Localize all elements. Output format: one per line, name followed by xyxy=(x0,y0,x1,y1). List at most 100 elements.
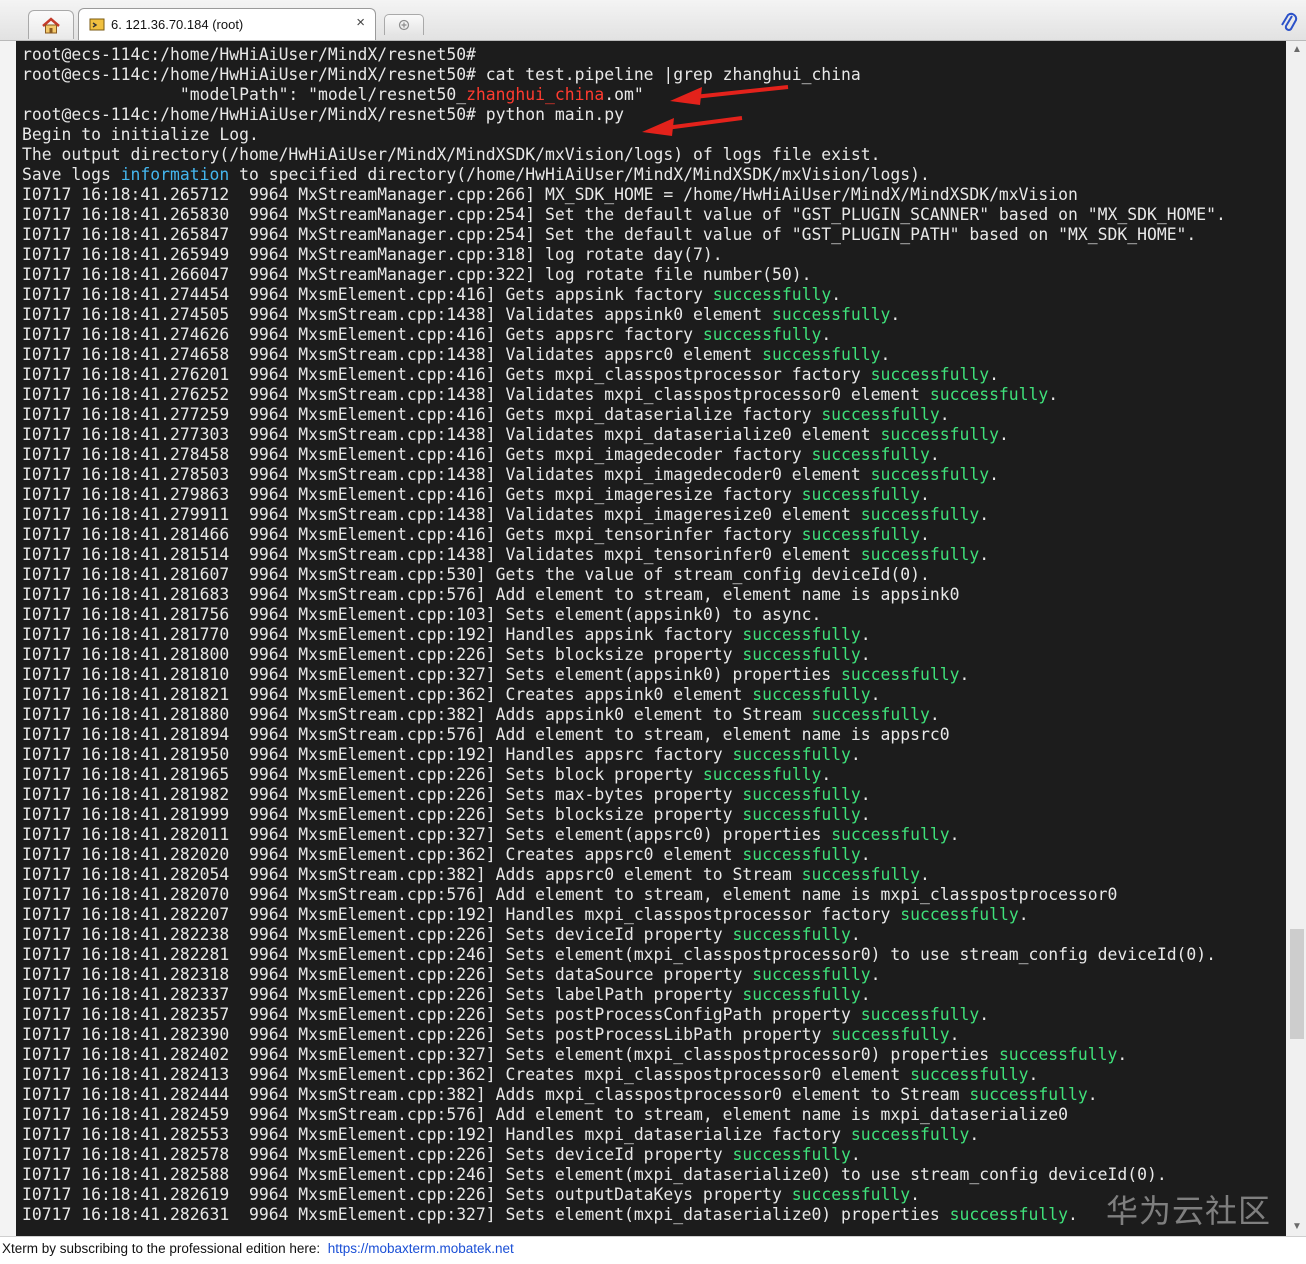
line-text: I0717 16:18:41.279863 9964 MxsmElement.c… xyxy=(22,485,802,504)
terminal-line: I0717 16:18:41.265830 9964 MxStreamManag… xyxy=(22,205,1226,225)
success-text: successfully xyxy=(742,845,861,864)
terminal-line: I0717 16:18:41.281982 9964 MxsmElement.c… xyxy=(22,785,1226,805)
terminal-line: I0717 16:18:41.274626 9964 MxsmElement.c… xyxy=(22,325,1226,345)
line-text: I0717 16:18:41.282337 9964 MxsmElement.c… xyxy=(22,985,743,1004)
terminal-line: I0717 16:18:41.265712 9964 MxStreamManag… xyxy=(22,185,1226,205)
success-text: successfully xyxy=(998,1045,1118,1064)
line-text: I0717 16:18:41.282390 9964 MxsmElement.c… xyxy=(22,1025,832,1044)
terminal-line: I0717 16:18:41.281894 9964 MxsmStream.cp… xyxy=(22,725,1226,745)
terminal-line: I0717 16:18:41.281466 9964 MxsmElement.c… xyxy=(22,525,1226,545)
success-text: successfully xyxy=(742,645,861,664)
success-text: successfully xyxy=(850,1125,970,1144)
success-text: successfully xyxy=(732,925,851,944)
mobaxterm-link[interactable]: https://mobaxterm.mobatek.net xyxy=(328,1241,514,1256)
success-text: successfully xyxy=(811,445,930,464)
line-text: . xyxy=(929,445,940,464)
terminal-line: I0717 16:18:41.278458 9964 MxsmElement.c… xyxy=(22,445,1226,465)
terminal-line: I0717 16:18:41.282459 9964 MxsmStream.cp… xyxy=(22,1105,1226,1125)
vertical-scrollbar[interactable]: ▲ ▼ xyxy=(1288,41,1306,1236)
terminal-line: I0717 16:18:41.279911 9964 MxsmStream.cp… xyxy=(22,505,1226,525)
success-text: successfully xyxy=(910,1065,1029,1084)
scrollbar-thumb[interactable] xyxy=(1290,929,1304,1039)
line-text: I0717 16:18:41.282281 9964 MxsmElement.c… xyxy=(22,945,1217,964)
terminal-line: I0717 16:18:41.282337 9964 MxsmElement.c… xyxy=(22,985,1226,1005)
line-text: . xyxy=(920,865,930,884)
success-text: successfully xyxy=(831,1025,950,1044)
terminal-line: I0717 16:18:41.276201 9964 MxsmElement.c… xyxy=(22,365,1226,385)
status-text: Xterm by subscribing to the professional… xyxy=(2,1241,328,1256)
terminal-line: I0717 16:18:41.282413 9964 MxsmElement.c… xyxy=(22,1065,1226,1085)
terminal-lines: root@ecs-114c:/home/HwHiAiUser/MindX/res… xyxy=(22,45,1226,1225)
line-text: . xyxy=(850,745,861,764)
success-text: successfully xyxy=(860,505,980,524)
line-text: . xyxy=(920,485,930,504)
line-text: I0717 16:18:41.274626 9964 MxsmElement.c… xyxy=(22,325,703,344)
line-text: I0717 16:18:41.279911 9964 MxsmStream.cp… xyxy=(22,505,861,524)
tab-bar: 6. 121.36.70.184 (root) × xyxy=(0,0,1306,41)
scroll-down-icon[interactable]: ▼ xyxy=(1292,1221,1302,1232)
success-text: successfully xyxy=(742,625,861,644)
terminal-line: I0717 16:18:41.274505 9964 MxsmStream.cp… xyxy=(22,305,1226,325)
line-text: I0717 16:18:41.281950 9964 MxsmElement.c… xyxy=(22,745,733,764)
line-text: I0717 16:18:41.281999 9964 MxsmElement.c… xyxy=(22,805,743,824)
line-text: I0717 16:18:41.281821 9964 MxsmElement.c… xyxy=(22,685,753,704)
success-text: successfully xyxy=(752,965,871,984)
line-text: . xyxy=(929,705,940,724)
new-tab-button[interactable] xyxy=(384,14,424,35)
line-text: I0717 16:18:41.281965 9964 MxsmElement.c… xyxy=(22,765,703,784)
terminal-line: I0717 16:18:41.281999 9964 MxsmElement.c… xyxy=(22,805,1226,825)
terminal-output[interactable]: root@ecs-114c:/home/HwHiAiUser/MindX/res… xyxy=(16,41,1286,1236)
line-text: . xyxy=(989,465,999,484)
line-text: . xyxy=(1048,385,1059,404)
success-text: successfully xyxy=(732,745,851,764)
success-text: successfully xyxy=(949,1205,1069,1224)
line-text: I0717 16:18:41.282207 9964 MxsmElement.c… xyxy=(22,905,901,924)
terminal-line: I0717 16:18:41.282444 9964 MxsmStream.cp… xyxy=(22,1085,1226,1105)
line-text: I0717 16:18:41.265830 9964 MxStreamManag… xyxy=(22,205,1226,224)
line-text: I0717 16:18:41.281756 9964 MxsmElement.c… xyxy=(22,605,822,624)
terminal-line: I0717 16:18:41.282207 9964 MxsmElement.c… xyxy=(22,905,1226,925)
line-text: . xyxy=(860,845,871,864)
terminal-line: I0717 16:18:41.281950 9964 MxsmElement.c… xyxy=(22,745,1226,765)
line-text: . xyxy=(910,1185,921,1204)
terminal-line: I0717 16:18:41.274658 9964 MxsmStream.cp… xyxy=(22,345,1226,365)
success-text: successfully xyxy=(752,685,871,704)
scroll-up-icon[interactable]: ▲ xyxy=(1292,44,1302,55)
status-message: Xterm by subscribing to the professional… xyxy=(2,1241,514,1256)
annotation-arrows xyxy=(642,85,789,136)
success-text: successfully xyxy=(929,385,1049,404)
paperclip-icon[interactable] xyxy=(1280,11,1298,35)
tab-home[interactable] xyxy=(28,10,74,39)
terminal-line: I0717 16:18:41.281800 9964 MxsmElement.c… xyxy=(22,645,1226,665)
line-text: . xyxy=(821,765,832,784)
line-text: . xyxy=(860,785,871,804)
terminal-line: I0717 16:18:41.282631 9964 MxsmElement.c… xyxy=(22,1205,1226,1225)
line-text: I0717 16:18:41.277303 9964 MxsmStream.cp… xyxy=(22,425,881,444)
terminal-line: I0717 16:18:41.282054 9964 MxsmStream.cp… xyxy=(22,865,1226,885)
success-text: successfully xyxy=(841,665,960,684)
line-text: . xyxy=(979,545,990,564)
line-text: . xyxy=(979,1005,990,1024)
success-text: successfully xyxy=(732,1145,851,1164)
close-icon[interactable]: × xyxy=(356,14,365,31)
success-text: successfully xyxy=(831,825,950,844)
line-text: I0717 16:18:41.282413 9964 MxsmElement.c… xyxy=(22,1065,911,1084)
tab-title: 6. 121.36.70.184 (root) xyxy=(111,17,244,32)
terminal-line: I0717 16:18:41.282318 9964 MxsmElement.c… xyxy=(22,965,1226,985)
terminal-line: I0717 16:18:41.281683 9964 MxsmStream.cp… xyxy=(22,585,1226,605)
line-text: I0717 16:18:41.282619 9964 MxsmElement.c… xyxy=(22,1185,792,1204)
terminal-icon xyxy=(89,18,105,31)
success-text: successfully xyxy=(742,805,861,824)
terminal-line: I0717 16:18:41.281607 9964 MxsmStream.cp… xyxy=(22,565,1226,585)
success-text: successfully xyxy=(900,905,1019,924)
line-text: I0717 16:18:41.282444 9964 MxsmStream.cp… xyxy=(22,1085,970,1104)
line-text: . xyxy=(920,525,930,544)
line-text: I0717 16:18:41.265847 9964 MxStreamManag… xyxy=(22,225,1197,244)
line-text: I0717 16:18:41.282011 9964 MxsmElement.c… xyxy=(22,825,832,844)
arrow-annotation-run xyxy=(642,116,743,136)
status-bar: Xterm by subscribing to the professional… xyxy=(0,1236,1306,1264)
tab-session[interactable]: 6. 121.36.70.184 (root) × xyxy=(78,8,376,40)
success-text: successfully xyxy=(870,365,990,384)
terminal-line: I0717 16:18:41.278503 9964 MxsmStream.cp… xyxy=(22,465,1226,485)
terminal-line: I0717 16:18:41.281810 9964 MxsmElement.c… xyxy=(22,665,1226,685)
